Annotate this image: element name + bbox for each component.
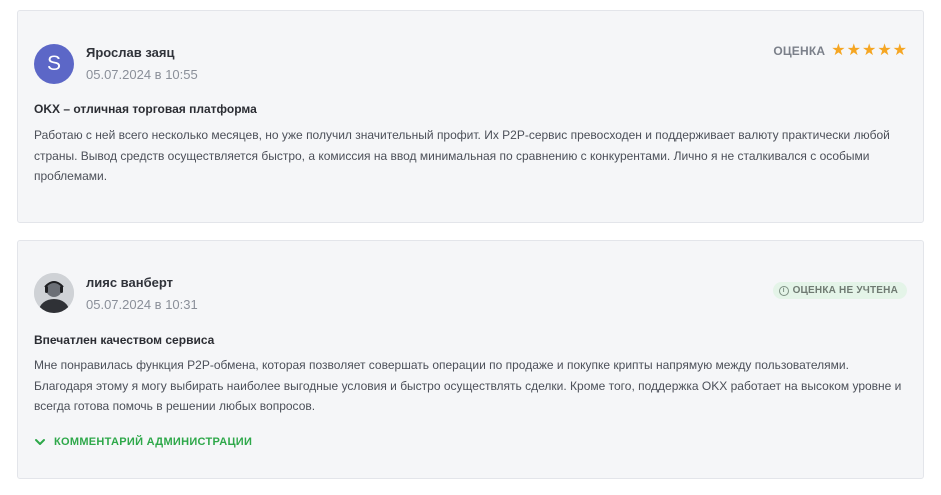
- review-card: лияс ванберт 05.07.2024 в 10:31 i ОЦЕНКА…: [17, 240, 924, 479]
- avatar-letter: S: [46, 52, 61, 75]
- chevron-down-icon: [35, 439, 45, 445]
- review-date: 05.07.2024 в 10:31: [86, 297, 198, 312]
- rating-not-counted-badge: i ОЦЕНКА НЕ УЧТЕНА: [772, 282, 907, 299]
- reviewer-name: лияс ванберт: [86, 275, 173, 290]
- review-title: Впечатлен качеством сервиса: [34, 333, 215, 347]
- review-text: Мне понравилась функция P2P-обмена, кото…: [34, 358, 902, 413]
- admin-comment-toggle[interactable]: КОММЕНТАРИЙ АДМИНИСТРАЦИИ: [34, 436, 252, 448]
- review-date: 05.07.2024 в 10:55: [86, 67, 198, 82]
- reviewer-name: Ярослав заяц: [86, 45, 175, 60]
- star-icon: ★: [877, 42, 892, 59]
- star-icon: ★: [846, 42, 861, 59]
- info-icon: i: [778, 285, 789, 296]
- star-icon: ★: [892, 42, 907, 59]
- avatar: S: [34, 44, 74, 84]
- rating: ОЦЕНКА ★ ★ ★ ★ ★: [773, 42, 907, 59]
- star-icon: ★: [831, 42, 846, 59]
- rating-stars: ★ ★ ★ ★ ★: [831, 42, 907, 59]
- user-photo-icon: [34, 273, 74, 313]
- review-title: OKX – отличная торговая платформа: [34, 102, 257, 116]
- badge-text: ОЦЕНКА НЕ УЧТЕНА: [792, 285, 898, 296]
- review-text: Работаю с ней всего несколько месяцев, н…: [34, 128, 890, 183]
- avatar: [34, 273, 74, 313]
- admin-comment-label: КОММЕНТАРИЙ АДМИНИСТРАЦИИ: [54, 436, 253, 448]
- rating-label: ОЦЕНКА: [773, 44, 826, 58]
- review-card: S Ярослав заяц 05.07.2024 в 10:55 ОЦЕНКА…: [17, 10, 924, 223]
- star-icon: ★: [861, 42, 877, 59]
